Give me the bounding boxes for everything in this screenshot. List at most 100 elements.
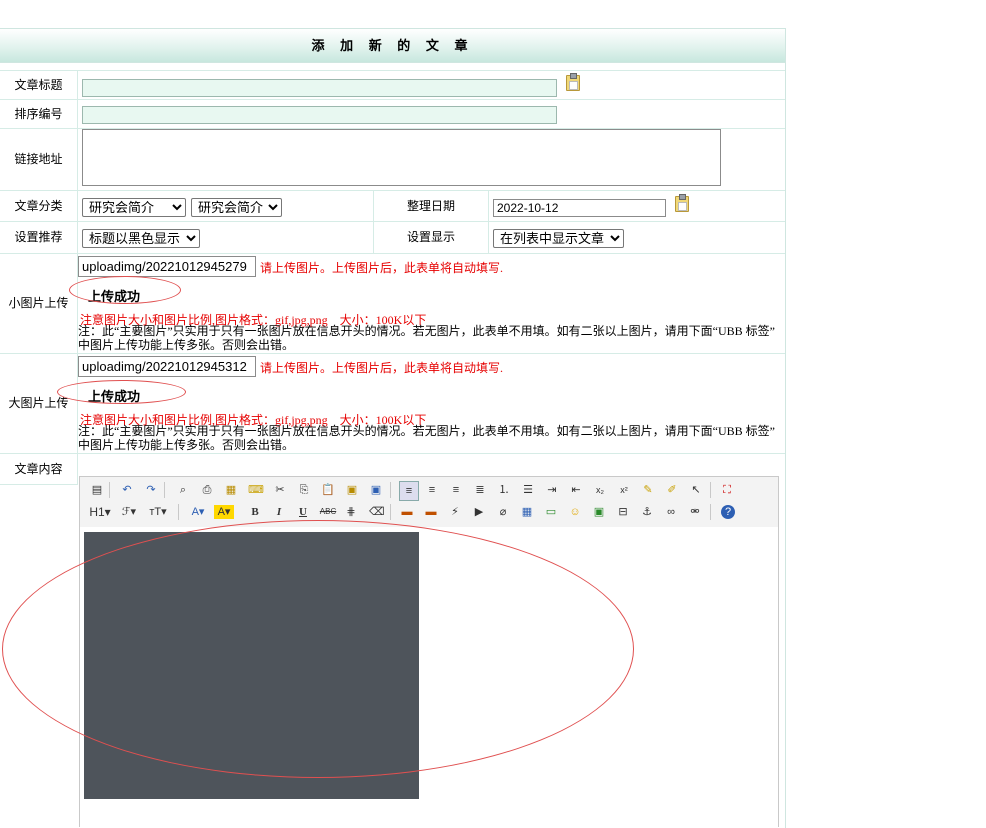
small-image-hint: 请上传图片。上传图片后，此表单将自动填写.: [260, 261, 504, 275]
small-image-row: 小图片上传 请上传图片。上传图片后，此表单将自动填写. 上传成功 注意图片大小和…: [0, 254, 785, 354]
underline-icon[interactable]: U: [296, 505, 310, 519]
line-height-icon[interactable]: ⋕: [344, 505, 358, 519]
outdent-icon[interactable]: ⇤: [569, 483, 583, 497]
toolbar-separator: [390, 504, 391, 520]
toolbar-separator: [178, 504, 179, 520]
attach-icon[interactable]: ⌀: [496, 505, 510, 519]
align-left-icon[interactable]: ≡: [399, 481, 419, 501]
align-right-icon[interactable]: ≡: [449, 483, 463, 497]
paste-text-icon[interactable]: ▣: [345, 483, 359, 497]
link-row: 链接地址: [0, 129, 785, 191]
clipboard-icon[interactable]: [566, 73, 580, 91]
category-select-2[interactable]: 研究会简介: [191, 198, 282, 217]
image-icon[interactable]: ▬: [400, 505, 414, 519]
editor-toolbar: ▤ ↶ ↷ ⌕ ⎙ ▦ ⌨ ✂ ⎘ 📋 ▣ ▣ ≡ ≡ ≡ ≣ ⒈ ☰ ⇥ ⇤ …: [79, 476, 779, 528]
superscript-icon[interactable]: x²: [617, 483, 631, 497]
bold-icon[interactable]: B: [248, 505, 262, 519]
help-icon[interactable]: ?: [721, 505, 735, 519]
paste-icon[interactable]: 📋: [321, 483, 335, 497]
recommend-label: 设置推荐: [0, 222, 78, 253]
emoticon-icon[interactable]: ☺: [568, 505, 582, 519]
template-icon[interactable]: ▦: [224, 483, 238, 497]
link-textarea[interactable]: [82, 129, 721, 186]
font-family-icon[interactable]: ℱ▾: [118, 505, 140, 519]
toolbar-separator: [109, 482, 110, 498]
title-label: 文章标题: [0, 71, 78, 99]
strikethrough-icon[interactable]: ABC: [318, 505, 338, 519]
large-image-label: 大图片上传: [0, 354, 78, 453]
large-image-hint: 请上传图片。上传图片后，此表单将自动填写.: [260, 361, 504, 375]
indent-icon[interactable]: ⇥: [545, 483, 559, 497]
map-icon[interactable]: ▣: [592, 505, 606, 519]
flash-icon[interactable]: ⚡: [448, 505, 462, 519]
highlight-oval: [2, 520, 634, 778]
content-label: 文章内容: [0, 454, 78, 485]
cut-icon[interactable]: ✂: [273, 483, 287, 497]
small-image-path-input[interactable]: [78, 256, 256, 277]
copy-icon[interactable]: ⎘: [297, 483, 311, 497]
toolbar-separator: [390, 482, 391, 498]
undo-icon[interactable]: ↶: [120, 483, 134, 497]
subscript-icon[interactable]: x₂: [593, 483, 607, 497]
unordered-list-icon[interactable]: ☰: [521, 483, 535, 497]
media-icon[interactable]: ▶: [472, 505, 486, 519]
font-color-icon[interactable]: A▾: [188, 505, 208, 519]
large-image-note-line1: 注：此“主要图片”只实用于只有一张图片放在信息开头的情况。若无图片，此表单不用填…: [78, 424, 775, 438]
redo-icon[interactable]: ↷: [144, 483, 158, 497]
spacer-row: [0, 62, 785, 71]
clear-format-icon[interactable]: ✎: [641, 483, 655, 497]
title-row: 文章标题: [0, 71, 785, 100]
link-label: 链接地址: [0, 129, 78, 190]
multi-image-icon[interactable]: ▬: [424, 505, 438, 519]
title-input[interactable]: [82, 79, 557, 97]
category-row: 文章分类 研究会简介 研究会简介 整理日期: [0, 191, 785, 222]
ordered-list-icon[interactable]: ⒈: [497, 483, 511, 497]
fullscreen-icon[interactable]: ⛶: [720, 483, 734, 497]
category-select-1[interactable]: 研究会简介: [82, 198, 186, 217]
calendar-clipboard-icon[interactable]: [675, 194, 689, 212]
recommend-select[interactable]: 标题以黑色显示: [82, 229, 200, 248]
page-title: 添 加 新 的 文 章: [0, 28, 785, 63]
toolbar-separator: [710, 482, 711, 498]
sort-row: 排序编号: [0, 100, 785, 129]
source-icon[interactable]: ▤: [90, 483, 104, 497]
justify-icon[interactable]: ≣: [473, 483, 487, 497]
code-icon[interactable]: ⌨: [248, 483, 264, 497]
heading-icon[interactable]: H1▾: [88, 505, 112, 519]
date-input[interactable]: [493, 199, 666, 217]
category-label: 文章分类: [0, 191, 78, 221]
italic-icon[interactable]: I: [272, 505, 286, 519]
hr-icon[interactable]: ▭: [544, 505, 558, 519]
print-icon[interactable]: ⎙: [200, 483, 214, 497]
large-image-path-input[interactable]: [78, 356, 256, 377]
page-break-icon[interactable]: ⊟: [616, 505, 630, 519]
sort-input[interactable]: [82, 106, 557, 124]
unlink-icon[interactable]: ⚮: [688, 505, 702, 519]
select-all-icon[interactable]: ✐: [665, 483, 679, 497]
large-image-row: 大图片上传 请上传图片。上传图片后，此表单将自动填写. 上传成功 注意图片大小和…: [0, 354, 785, 454]
display-select[interactable]: 在列表中显示文章: [493, 229, 624, 248]
small-image-label: 小图片上传: [0, 254, 78, 353]
date-label: 整理日期: [373, 191, 489, 221]
heading-label: H1: [89, 505, 105, 519]
font-size-icon[interactable]: тT▾: [146, 505, 170, 519]
eraser-icon[interactable]: ⌫: [369, 505, 385, 519]
display-label: 设置显示: [373, 222, 489, 253]
anchor-icon[interactable]: ⚓: [640, 505, 654, 519]
align-center-icon[interactable]: ≡: [425, 483, 439, 497]
toolbar-separator: [710, 504, 711, 520]
highlight-oval: [69, 276, 181, 304]
preview-icon[interactable]: ⌕: [176, 483, 190, 497]
link-icon[interactable]: ∞: [664, 505, 678, 519]
small-image-note-line2: 中图片上传功能上传多张。否则会出错。: [78, 338, 295, 352]
highlight-icon[interactable]: A▾: [214, 505, 234, 519]
recommend-row: 设置推荐 标题以黑色显示 设置显示 在列表中显示文章: [0, 222, 785, 254]
paste-word-icon[interactable]: ▣: [369, 483, 383, 497]
toolbar-separator: [164, 482, 165, 498]
table-icon[interactable]: ▦: [520, 505, 534, 519]
cursor-icon[interactable]: ↖: [689, 483, 703, 497]
highlight-oval: [57, 380, 186, 404]
large-image-note-line2: 中图片上传功能上传多张。否则会出错。: [78, 438, 295, 452]
sort-label: 排序编号: [0, 100, 78, 128]
small-image-note-line1: 注：此“主要图片”只实用于只有一张图片放在信息开头的情况。若无图片，此表单不用填…: [78, 324, 775, 338]
